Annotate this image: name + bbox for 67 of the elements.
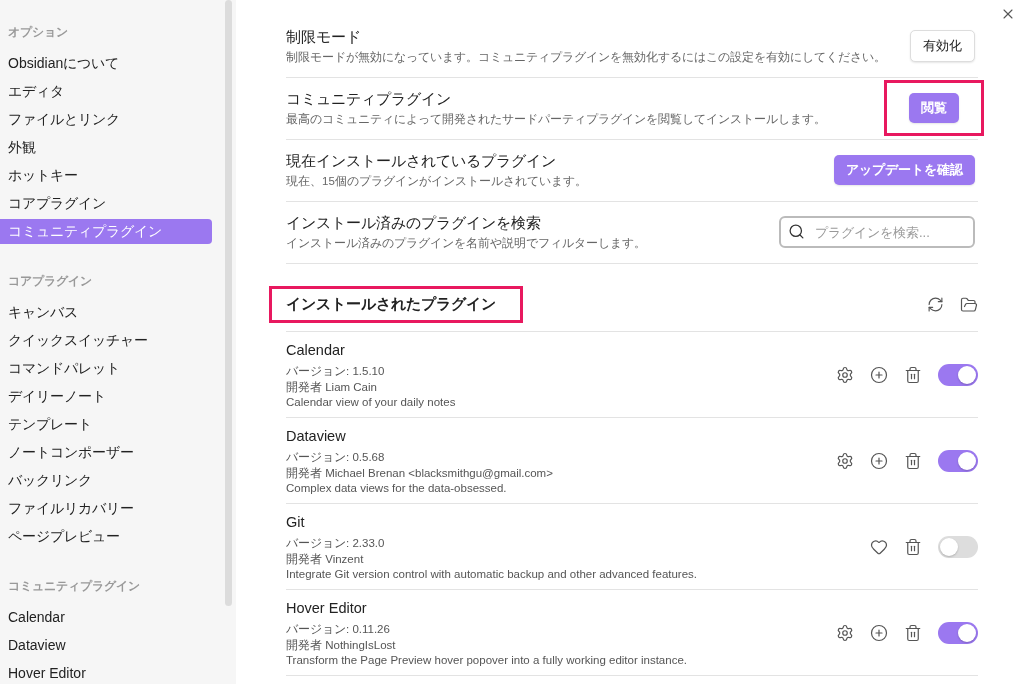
sidebar-group-title: コアプラグイン — [7, 273, 93, 290]
reload-icon[interactable] — [927, 296, 944, 313]
sidebar-item[interactable]: コマンドパレット — [0, 356, 212, 381]
settings-icon[interactable] — [836, 366, 854, 384]
setting-name: 制限モード — [286, 27, 362, 47]
sidebar-item[interactable]: コアプラグイン — [0, 191, 212, 216]
plus-circle-icon[interactable] — [870, 624, 888, 642]
toggle-switch[interactable] — [938, 450, 978, 472]
sidebar-group-title: オプション — [7, 24, 69, 41]
plugin-version: バージョン: 0.11.26 — [286, 622, 391, 637]
toggle-switch[interactable] — [938, 536, 978, 558]
setting-name: インストール済みのプラグインを検索 — [286, 213, 542, 233]
toggle-switch[interactable] — [938, 622, 978, 644]
setting-button[interactable]: 有効化 — [910, 30, 975, 62]
plugin-version: バージョン: 2.33.0 — [286, 536, 386, 551]
settings-icon[interactable] — [836, 452, 854, 470]
search-icon — [788, 223, 805, 240]
sidebar-group-title: コミュニティプラグイン — [7, 578, 141, 595]
sidebar-item[interactable]: Hover Editor — [0, 661, 212, 684]
plugin-description: Calendar view of your daily notes — [286, 396, 456, 408]
plugin-author: 開発者 Vinzent — [286, 552, 365, 567]
sidebar-item[interactable]: エディタ — [0, 79, 212, 104]
sidebar-item[interactable]: ノートコンポーザー — [0, 440, 212, 465]
setting-name: コミュニティプラグイン — [286, 89, 452, 109]
trash-icon[interactable] — [904, 538, 922, 556]
plugin-description: Integrate Git version control with automatic backup and other advanced features. — [286, 568, 698, 580]
section-heading: インストールされたプラグイン — [269, 286, 523, 323]
sidebar-item[interactable]: Obsidianについて — [0, 51, 212, 76]
setting-name: 現在インストールされているプラグイン — [286, 151, 557, 171]
toggle-switch[interactable] — [938, 364, 978, 386]
scrollbar[interactable] — [225, 0, 232, 606]
trash-icon[interactable] — [904, 624, 922, 642]
search-field[interactable]: プラグインを検索... — [779, 216, 975, 248]
sidebar-item[interactable]: 外観 — [0, 135, 212, 160]
sidebar-item[interactable]: バックリンク — [0, 468, 212, 493]
plus-circle-icon[interactable] — [870, 452, 888, 470]
plus-circle-icon[interactable] — [870, 366, 888, 384]
trash-icon[interactable] — [904, 452, 922, 470]
sidebar-item[interactable]: デイリーノート — [0, 384, 212, 409]
trash-icon[interactable] — [904, 366, 922, 384]
plugin-name: Calendar — [286, 342, 346, 358]
plugin-author: 開発者 NothingIsLost — [286, 638, 397, 653]
heart-icon[interactable] — [870, 538, 888, 556]
folder-icon[interactable] — [960, 295, 978, 314]
plugin-version: バージョン: 1.5.10 — [286, 364, 386, 379]
sidebar-item[interactable]: テンプレート — [0, 412, 212, 437]
plugin-name: Dataview — [286, 428, 347, 444]
sidebar-item[interactable]: ホットキー — [0, 163, 212, 188]
sidebar-item[interactable]: ファイルリカバリー — [0, 496, 212, 521]
plugin-name: Hover Editor — [286, 600, 368, 616]
sidebar-item[interactable]: Calendar — [0, 605, 212, 630]
plugin-description: Complex data views for the data-obsessed. — [286, 482, 508, 494]
plugin-author: 開発者 Michael Brenan <blacksmithgu@gmail.com> — [286, 466, 553, 481]
setting-description: 最高のコミュニティによって開発されたサードパーティプラグインを閲覧してインストールします。 — [286, 111, 826, 127]
plugin-author: 開発者 Liam Cain — [286, 380, 378, 395]
sidebar-item[interactable]: ファイルとリンク — [0, 107, 212, 132]
sidebar-item[interactable]: ページプレビュー — [0, 524, 212, 549]
plugin-name: Git — [286, 514, 306, 530]
setting-description: 制限モードが無効になっています。コミュニティプラグインを無効化するにはこの設定を有効にしてください。 — [286, 49, 886, 65]
setting-description: インストール済みのプラグインを名前や説明でフィルターします。 — [286, 235, 646, 251]
settings-icon[interactable] — [836, 624, 854, 642]
sidebar-item[interactable]: Dataview — [0, 633, 212, 658]
setting-description: 現在、15個のプラグインがインストールされています。 — [286, 173, 587, 189]
plugin-description: Transform the Page Preview hover popover into a fully working editor instance. — [286, 654, 687, 666]
plugin-version: バージョン: 0.5.68 — [286, 450, 386, 465]
sidebar-item[interactable]: クイックスイッチャー — [0, 328, 212, 353]
sidebar-item[interactable]: キャンバス — [0, 300, 212, 325]
